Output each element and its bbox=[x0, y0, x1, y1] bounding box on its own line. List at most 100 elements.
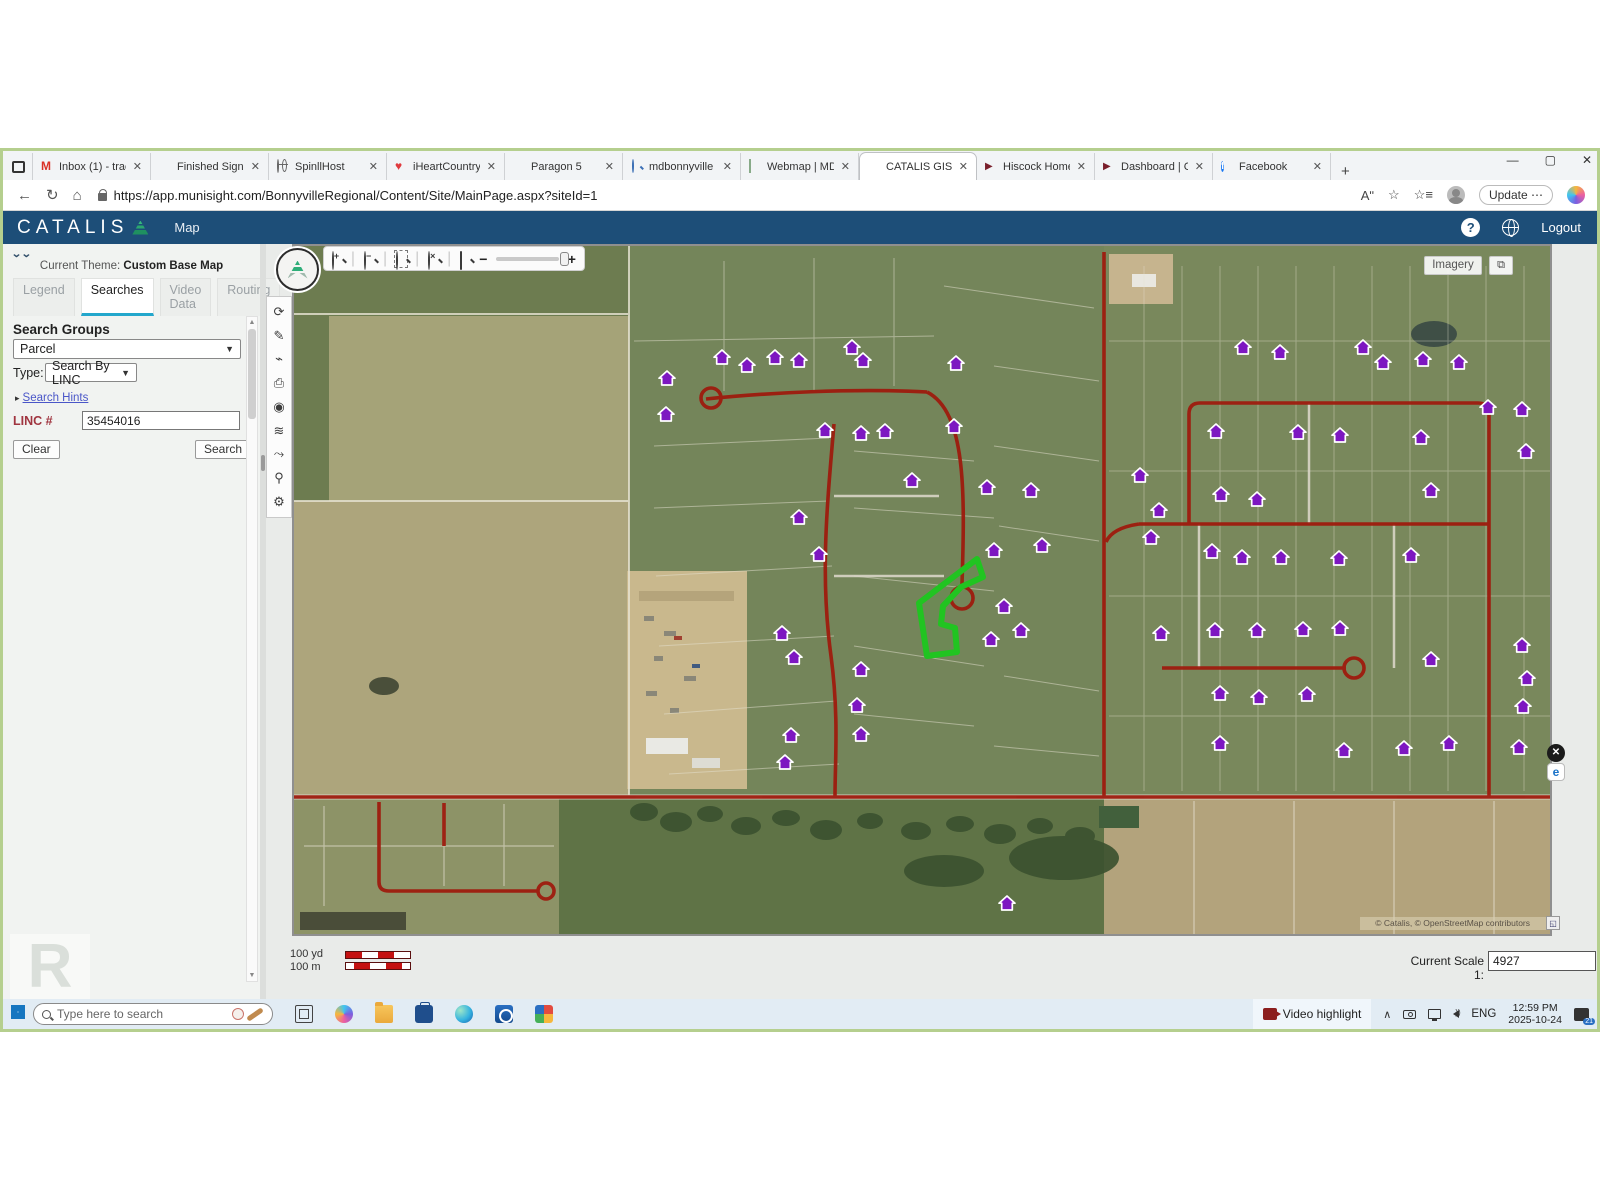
measure-ruler-icon[interactable]: ⌁ bbox=[271, 351, 287, 367]
clear-button[interactable]: Clear bbox=[13, 440, 60, 459]
layers-icon[interactable]: ≋ bbox=[271, 423, 287, 439]
toolbox-app-icon[interactable] bbox=[415, 1005, 433, 1023]
tab-spinllhost[interactable]: SpinllHost✕ bbox=[269, 153, 387, 180]
volume-tray-icon[interactable] bbox=[1453, 1010, 1459, 1018]
camera-tray-icon[interactable] bbox=[1403, 1010, 1416, 1019]
print-icon[interactable]: ⎙ bbox=[271, 375, 287, 391]
new-tab-button[interactable]: + bbox=[1331, 163, 1360, 180]
tab-hiscock-homes[interactable]: ▶Hiscock Homes✕ bbox=[977, 153, 1095, 180]
tab-close-icon[interactable]: ✕ bbox=[131, 160, 144, 173]
collections-icon[interactable]: ☆≡ bbox=[1414, 187, 1433, 203]
tab-catalis-gis[interactable]: CATALIS GIS✕ bbox=[859, 152, 977, 180]
taskbar-search-box[interactable]: Type here to search bbox=[33, 1003, 273, 1025]
tab-close-icon[interactable]: ✕ bbox=[1311, 160, 1324, 173]
read-aloud-icon[interactable]: Aʺ bbox=[1361, 188, 1374, 203]
slider-plus[interactable]: + bbox=[568, 251, 576, 267]
tab-finished-signing[interactable]: Finished Signing✕ bbox=[151, 153, 269, 180]
scroll-thumb[interactable] bbox=[248, 329, 256, 419]
tab-mdbonnyville[interactable]: mdbonnyville - S✕ bbox=[623, 153, 741, 180]
close-button[interactable]: ✕ bbox=[1582, 153, 1592, 167]
user-settings-icon[interactable]: ⚙ bbox=[271, 494, 287, 510]
sidebar-scrollbar[interactable]: ▲ ▼ bbox=[246, 316, 258, 982]
logout-button[interactable]: Logout bbox=[1541, 220, 1581, 235]
back-icon[interactable]: ← bbox=[17, 187, 32, 204]
file-explorer-icon[interactable] bbox=[375, 1005, 393, 1023]
scroll-up-icon[interactable]: ▲ bbox=[247, 319, 257, 326]
tab-close-icon[interactable]: ✕ bbox=[839, 160, 852, 173]
edge-browser-icon[interactable] bbox=[455, 1005, 473, 1023]
attribution-icon[interactable]: ◱ bbox=[1546, 916, 1560, 930]
minimize-button[interactable]: — bbox=[1507, 153, 1519, 167]
zoom-extent-icon[interactable]: × bbox=[428, 252, 438, 266]
current-scale-input[interactable] bbox=[1488, 951, 1596, 971]
location-pin-icon[interactable]: ◉ bbox=[271, 399, 287, 415]
edge-widget-icon[interactable]: e bbox=[1547, 763, 1565, 781]
search-button[interactable]: Search bbox=[195, 440, 251, 459]
tab-video-data[interactable]: Video Data bbox=[160, 278, 212, 316]
imagery-button[interactable]: Imagery bbox=[1424, 256, 1482, 275]
refresh-icon[interactable]: ⟳ bbox=[271, 304, 287, 320]
reload-icon[interactable]: ↻ bbox=[46, 186, 59, 204]
compass-button[interactable] bbox=[276, 248, 319, 291]
tab-webmap[interactable]: Webmap | MD o✕ bbox=[741, 153, 859, 180]
copilot-icon[interactable] bbox=[335, 1005, 353, 1023]
taskbar-clock[interactable]: 12:59 PM 2025-10-24 bbox=[1508, 1002, 1562, 1026]
tab-searches[interactable]: Searches bbox=[81, 278, 154, 316]
tray-chevron-icon[interactable]: ∧ bbox=[1383, 1008, 1391, 1021]
profile-avatar[interactable] bbox=[1447, 186, 1465, 204]
slider-minus[interactable]: − bbox=[479, 251, 487, 267]
language-indicator[interactable]: ENG bbox=[1471, 1008, 1496, 1020]
language-globe-icon[interactable] bbox=[1502, 219, 1519, 236]
notification-center-icon[interactable]: 21 bbox=[1574, 1008, 1589, 1021]
network-tray-icon[interactable] bbox=[1428, 1009, 1441, 1019]
tab-close-icon[interactable]: ✕ bbox=[485, 160, 498, 173]
draw-pencil-icon[interactable]: ✎ bbox=[271, 328, 287, 344]
map-viewport[interactable] bbox=[292, 244, 1552, 936]
collapse-panel-icon[interactable]: ⌄⌄ bbox=[11, 248, 31, 261]
search-hints-link[interactable]: Search Hints bbox=[23, 392, 89, 404]
zoom-out-icon[interactable]: − bbox=[364, 252, 374, 266]
outlook-icon[interactable] bbox=[495, 1005, 513, 1023]
scroll-down-icon[interactable]: ▼ bbox=[247, 972, 257, 979]
tab-paragon[interactable]: Paragon 5✕ bbox=[505, 153, 623, 180]
tab-close-icon[interactable]: ✕ bbox=[367, 160, 380, 173]
update-button[interactable]: Update ⋯ bbox=[1479, 185, 1553, 205]
tab-dashboard[interactable]: ▶Dashboard | CRE✕ bbox=[1095, 153, 1213, 180]
favorite-icon[interactable]: ☆ bbox=[1388, 187, 1400, 203]
widget-close-icon[interactable]: ✕ bbox=[1547, 744, 1565, 762]
url-text[interactable]: https://app.munisight.com/BonnyvilleRegi… bbox=[114, 188, 598, 203]
zoom-slider-handle[interactable] bbox=[560, 252, 569, 266]
menu-map[interactable]: Map bbox=[174, 220, 199, 235]
streetview-icon[interactable]: ⚲ bbox=[271, 470, 287, 486]
tab-close-icon[interactable]: ✕ bbox=[603, 160, 616, 173]
start-button[interactable] bbox=[3, 1005, 33, 1024]
search-type-select[interactable]: Search By LINC▼ bbox=[45, 363, 137, 382]
tab-iheartcountry[interactable]: ♥iHeartCountry✕ bbox=[387, 153, 505, 180]
triangle-icon[interactable]: ▸ bbox=[15, 393, 20, 403]
tab-pinned[interactable] bbox=[3, 153, 33, 180]
tab-facebook[interactable]: fFacebook✕ bbox=[1213, 153, 1331, 180]
tab-close-icon[interactable]: ✕ bbox=[721, 160, 734, 173]
pan-tool-icon[interactable] bbox=[460, 252, 470, 266]
url-box[interactable]: https://app.munisight.com/BonnyvilleRegi… bbox=[98, 188, 1361, 203]
task-view-icon[interactable] bbox=[295, 1005, 313, 1023]
photos-icon[interactable] bbox=[535, 1005, 553, 1023]
linc-input[interactable] bbox=[82, 411, 240, 430]
route-icon[interactable]: ⤳ bbox=[271, 446, 287, 462]
maximize-button[interactable]: ▢ bbox=[1545, 153, 1556, 167]
tab-close-icon[interactable]: ✕ bbox=[1075, 160, 1088, 173]
tab-close-icon[interactable]: ✕ bbox=[957, 160, 970, 173]
zoom-box-icon[interactable] bbox=[396, 252, 406, 266]
zoom-slider[interactable] bbox=[496, 257, 558, 261]
tab-close-icon[interactable]: ✕ bbox=[249, 160, 262, 173]
copilot-icon[interactable] bbox=[1567, 186, 1585, 204]
zoom-in-icon[interactable]: + bbox=[332, 252, 342, 266]
tab-inbox[interactable]: MInbox (1) - tracy✕ bbox=[33, 153, 151, 180]
home-icon[interactable]: ⌂ bbox=[73, 187, 82, 204]
splitter-grip[interactable] bbox=[261, 455, 265, 471]
tab-close-icon[interactable]: ✕ bbox=[1193, 160, 1206, 173]
basemap-button[interactable]: ⧉ bbox=[1489, 256, 1513, 275]
help-icon[interactable]: ? bbox=[1461, 218, 1480, 237]
search-group-select[interactable]: Parcel▼ bbox=[13, 339, 241, 359]
video-highlight-button[interactable]: Video highlight bbox=[1253, 999, 1372, 1029]
